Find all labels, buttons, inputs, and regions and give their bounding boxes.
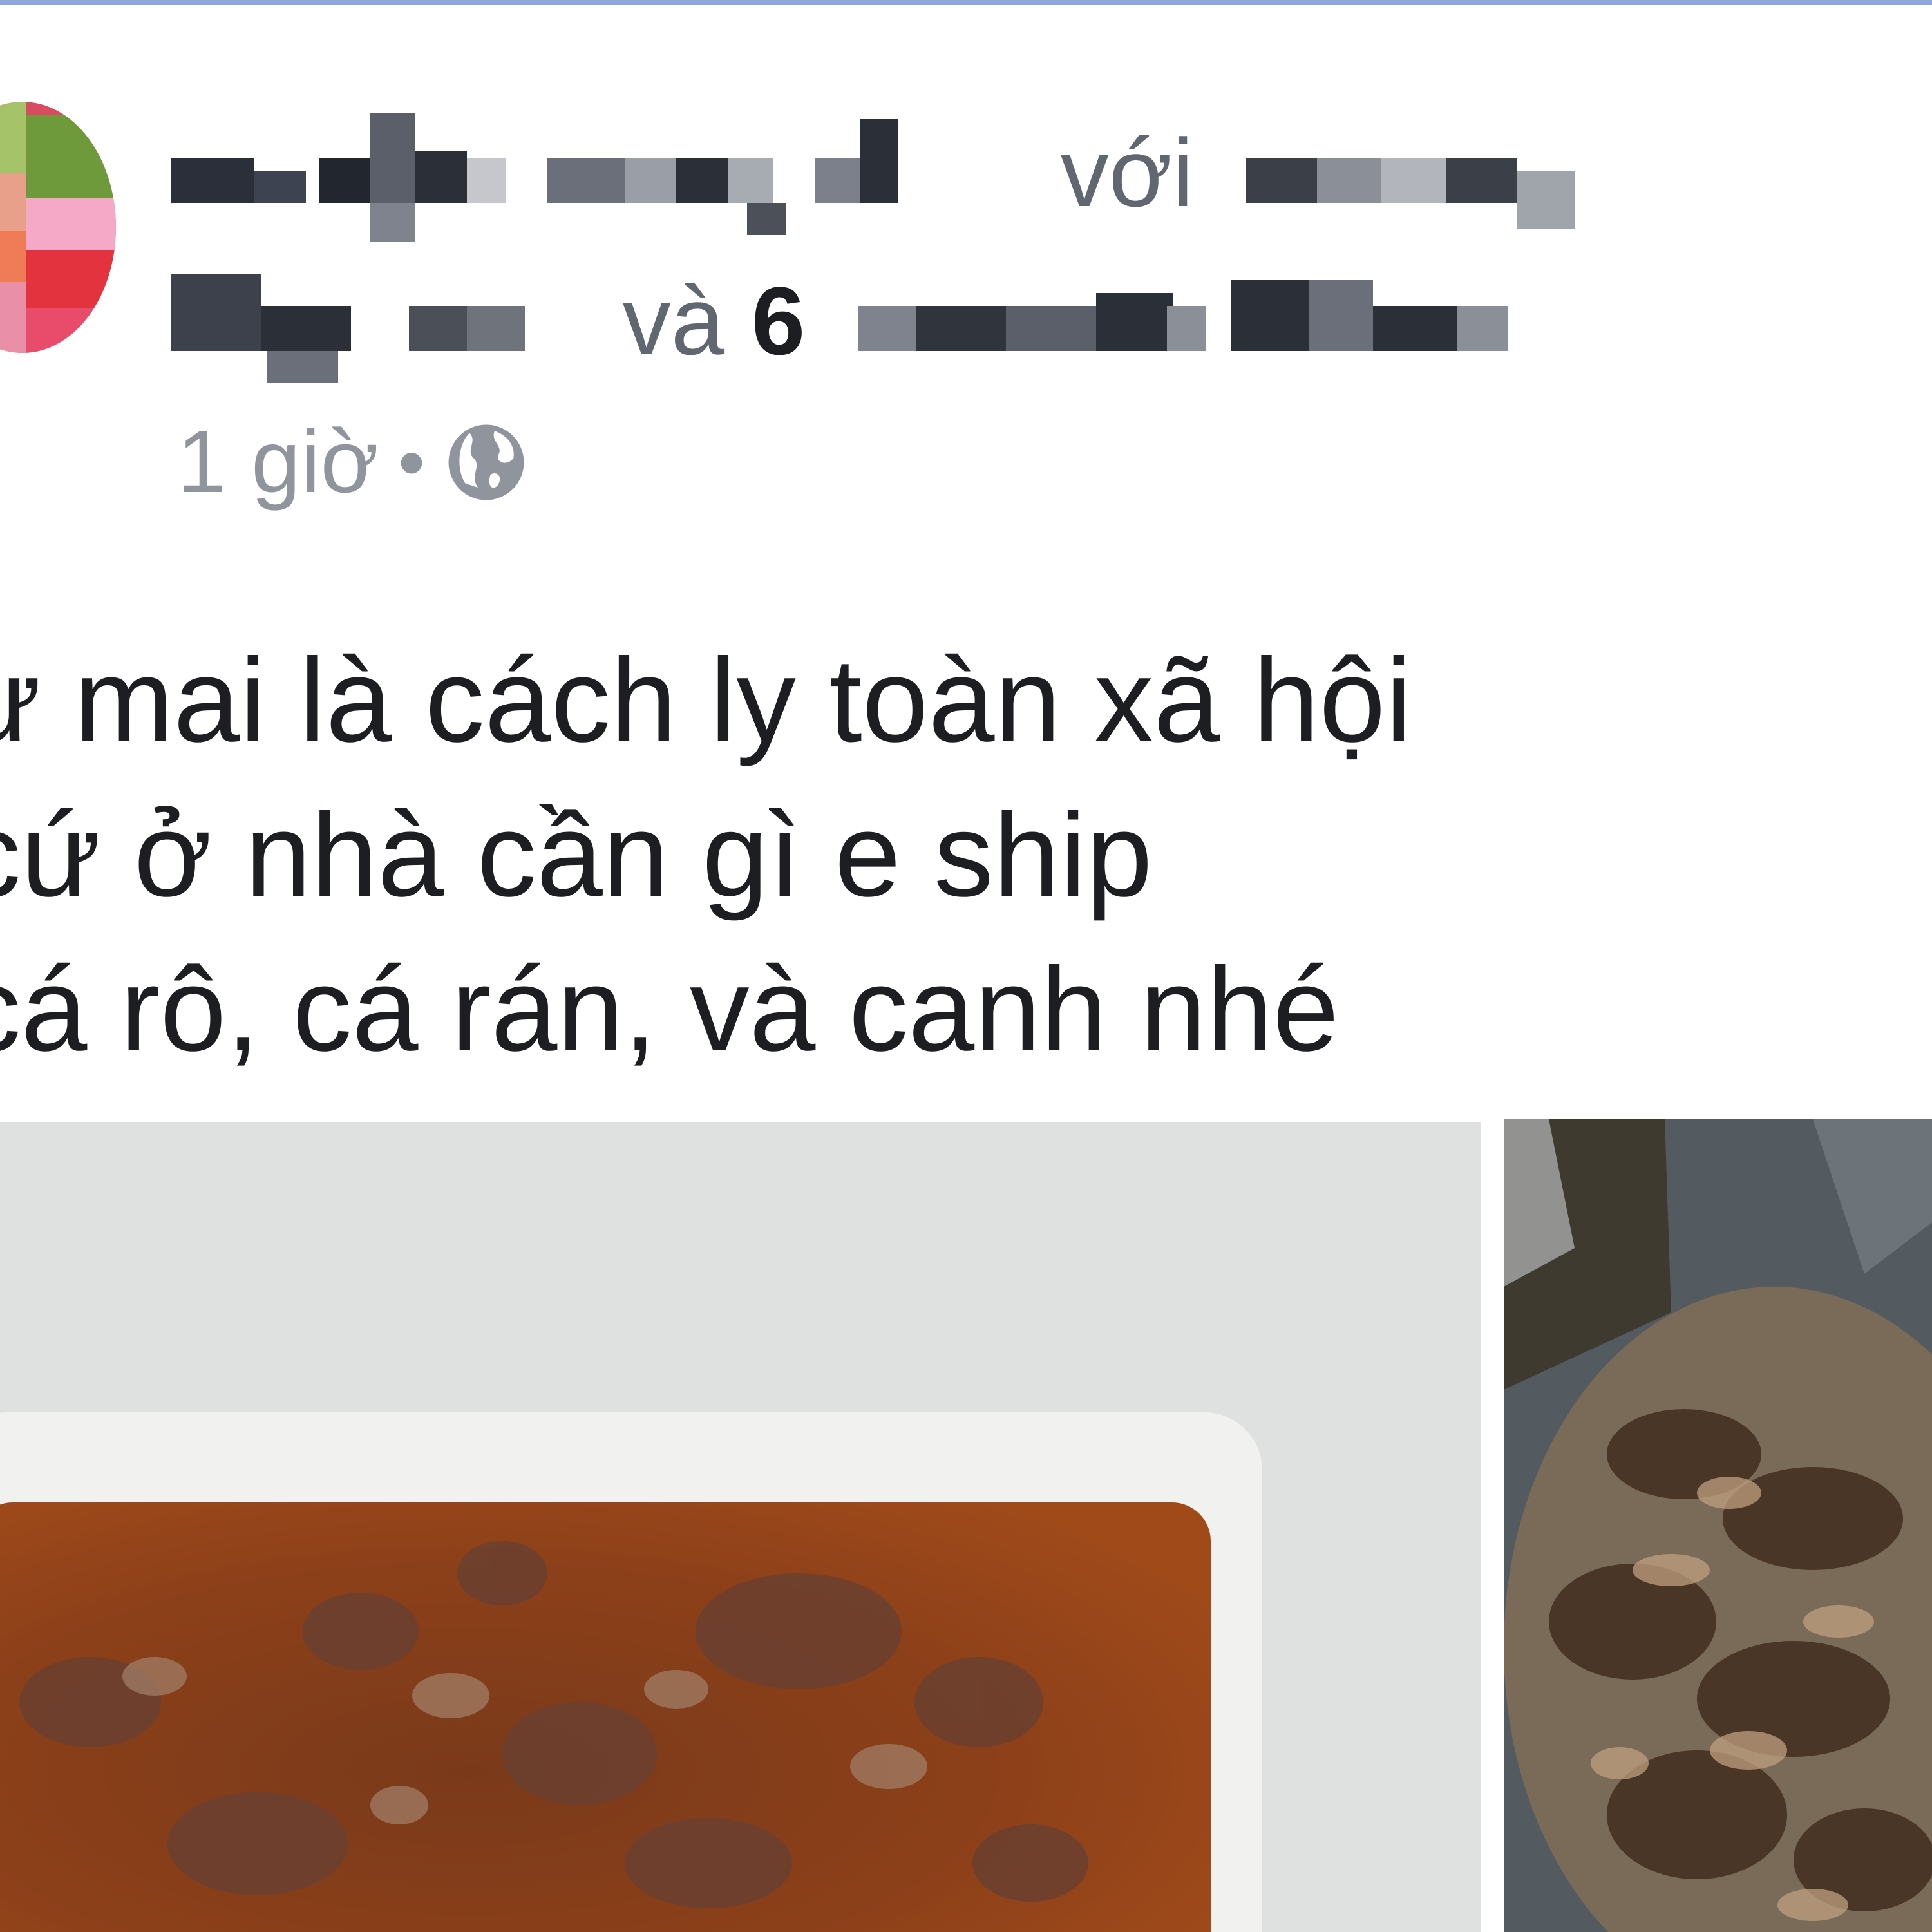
timestamp[interactable]: 1 giờ bbox=[177, 411, 379, 513]
post-text: ư mai là cách ly toàn xã hội cứ ở nhà cầ… bbox=[0, 623, 1412, 1087]
post-text-line: cứ ở nhà cần gì e ship bbox=[0, 789, 1153, 922]
post-card: với và 6 1 giờ • ư mai là cách ly toàn x… bbox=[0, 5, 1932, 1932]
redacted-tagged-name-2[interactable] bbox=[171, 274, 596, 384]
window-top-border bbox=[0, 0, 1932, 5]
post-meta: 1 giờ • bbox=[177, 411, 528, 513]
header-line-1: với bbox=[171, 99, 1716, 247]
redacted-tagged-name-1[interactable] bbox=[1246, 132, 1581, 229]
redacted-author-name[interactable] bbox=[171, 113, 1034, 242]
food-photo-fried-fish bbox=[1504, 1119, 1932, 1932]
post-photo-1[interactable] bbox=[0, 1122, 1481, 1932]
globe-icon[interactable] bbox=[444, 421, 528, 504]
food-photo-sauce bbox=[0, 1122, 1481, 1932]
redacted-others-label[interactable] bbox=[857, 280, 1515, 377]
and-label: và bbox=[622, 267, 725, 375]
post-text-line: cá rô, cá rán, và canh nhé bbox=[0, 943, 1340, 1076]
avatar[interactable] bbox=[0, 102, 116, 353]
others-count[interactable]: 6 bbox=[752, 267, 805, 375]
header-line-2: và 6 bbox=[171, 247, 1716, 395]
post-photo-2[interactable] bbox=[1504, 1119, 1932, 1932]
with-label: với bbox=[1060, 118, 1194, 227]
meta-separator: • bbox=[398, 419, 426, 506]
post-header: với và 6 bbox=[171, 99, 1716, 395]
post-text-line: ư mai là cách ly toàn xã hội bbox=[0, 634, 1412, 767]
